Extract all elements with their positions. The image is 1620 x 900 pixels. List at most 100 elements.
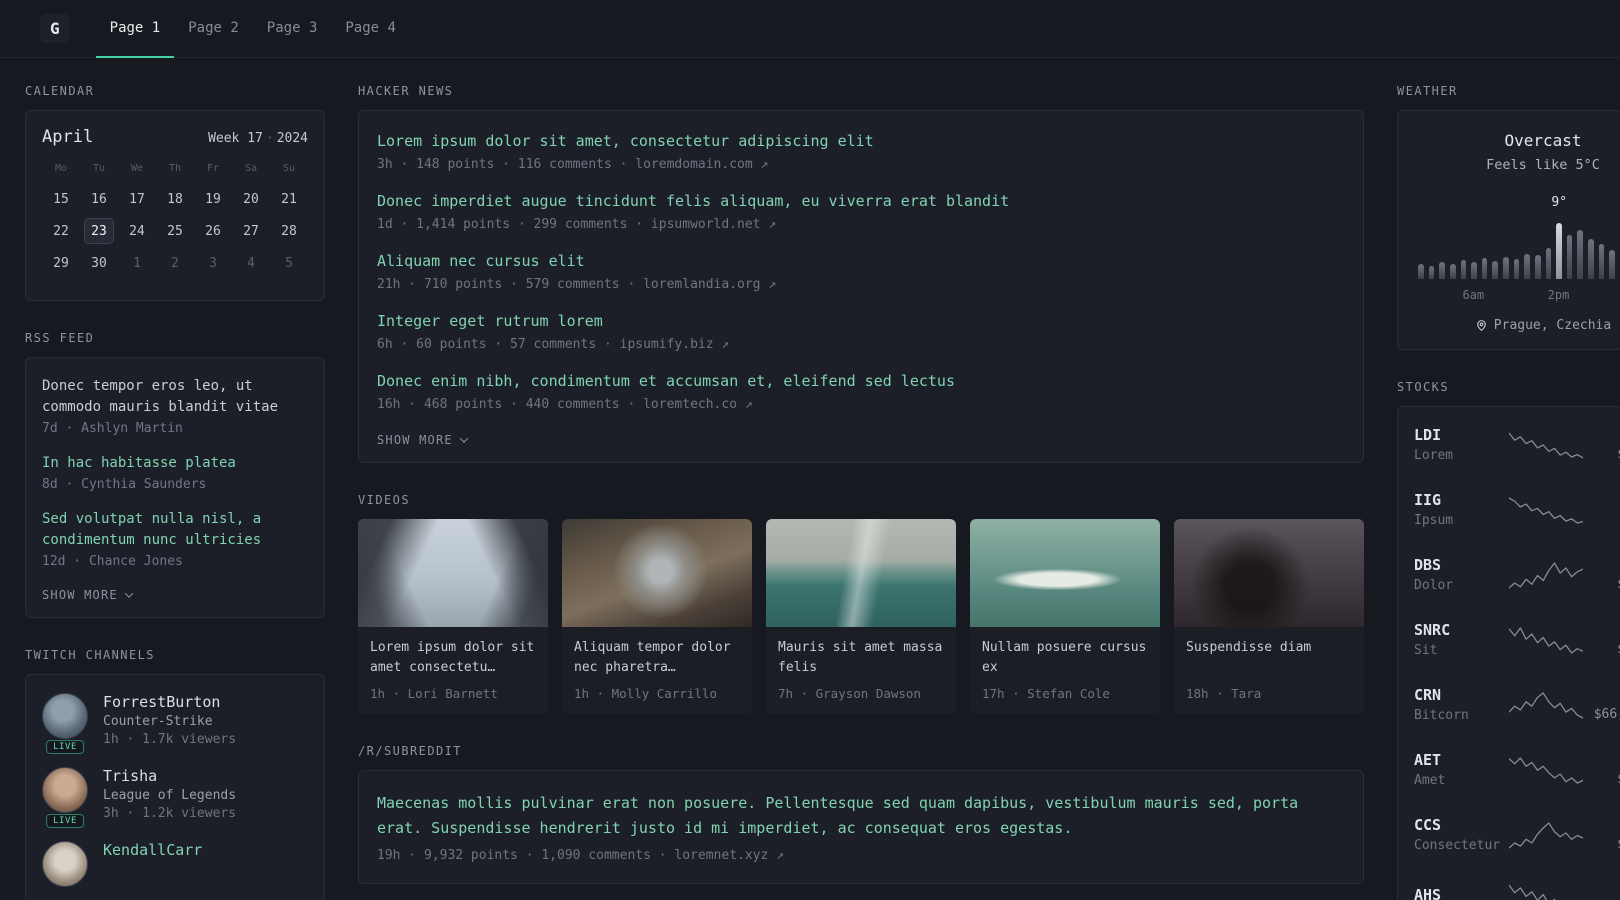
twitch-channel-row[interactable]: KendallCarr	[42, 841, 308, 887]
video-title-link[interactable]: Nullam posuere cursus ex	[970, 627, 1160, 679]
stock-price: $795.18	[1586, 447, 1620, 462]
video-title-link[interactable]: Aliquam tempor dolor nec pharetra…	[562, 627, 752, 679]
video-thumbnail[interactable]	[1174, 519, 1364, 627]
channel-info: Trisha League of Legends 3h · 1.2k viewe…	[103, 767, 236, 821]
stock-info: SNRC Sit	[1414, 621, 1506, 658]
weather-section-title: WEATHER	[1397, 84, 1458, 98]
stock-info: IIG Ipsum	[1414, 491, 1506, 528]
video-title-link[interactable]: Lorem ipsum dolor sit amet consectetu…	[358, 627, 548, 679]
stock-row[interactable]: SNRC Sit +1.36% $148.64	[1414, 607, 1620, 672]
video-title-link[interactable]: Mauris sit amet massa felis	[766, 627, 956, 679]
video-thumbnail[interactable]	[358, 519, 548, 627]
rss-item: Sed volutpat nulla nisl, a condimentum n…	[42, 509, 308, 569]
news-link[interactable]: Aliquam nec cursus elit	[377, 251, 1345, 272]
stock-row[interactable]: AHS +0.46%	[1414, 867, 1620, 900]
left-column: CALENDAR April Week 17 · 2024 Mo Tu We Th …	[25, 84, 325, 900]
reddit-post-link[interactable]: Maecenas mollis pulvinar erat non posuer…	[377, 791, 1345, 841]
video-meta: 7h · Grayson Dawson	[778, 686, 921, 701]
tab-page-1[interactable]: Page 1	[95, 0, 175, 58]
stocks-section: STOCKS LDI Lorem +4.35% $795.18 IIG	[1397, 380, 1620, 900]
news-link[interactable]: Donec enim nibh, condimentum et accumsan…	[377, 371, 1345, 392]
stock-row[interactable]: CCS Consectetur +0.51% $165.84	[1414, 802, 1620, 867]
video-title-link[interactable]: Suspendisse diam	[1174, 627, 1364, 679]
stock-sparkline	[1508, 881, 1583, 900]
stock-symbol: SNRC	[1414, 621, 1451, 639]
rss-item-link[interactable]: Sed volutpat nulla nisl, a condimentum n…	[42, 509, 308, 551]
weather-time-label: 6am	[1462, 288, 1485, 302]
calendar-day-next-month: 1	[133, 255, 141, 271]
tab-page-2[interactable]: Page 2	[174, 0, 253, 58]
news-link[interactable]: Lorem ipsum dolor sit amet, consectetur …	[377, 131, 1345, 152]
rss-item: In hac habitasse platea 8d · Cynthia Sau…	[42, 453, 308, 492]
weather-temp-label: 9°	[1551, 195, 1568, 210]
stock-price: $66,171.48	[1593, 707, 1620, 722]
stock-info: CCS Consectetur	[1414, 816, 1506, 853]
video-thumbnail[interactable]	[970, 519, 1160, 627]
twitch-channel-row[interactable]: LIVE ForrestBurton Counter-Strike 1h · 1…	[42, 693, 308, 754]
stock-change: +1.42%	[1586, 557, 1620, 573]
video-meta: 1h · Lori Barnett	[370, 686, 498, 701]
reddit-post-meta: 19h · 9,932 points · 1,090 comments · lo…	[377, 847, 784, 863]
calendar-widget: April Week 17 · 2024 Mo Tu We Th Fr Sa Su …	[25, 110, 325, 301]
stock-name: Ipsum	[1414, 513, 1454, 528]
stock-row[interactable]: AET Amet +0.92% $499.72	[1414, 737, 1620, 802]
stock-symbol: CCS	[1414, 816, 1442, 834]
stock-change: -1.00%	[1586, 687, 1620, 703]
rss-section-title: RSS FEED	[25, 331, 95, 345]
news-meta: 16h · 468 points · 440 comments · loremt…	[377, 397, 753, 412]
calendar-day: 26	[205, 223, 221, 239]
news-meta: 21h · 710 points · 579 comments · loreml…	[377, 277, 777, 292]
calendar-day-next-month: 4	[247, 255, 255, 271]
stock-sparkline	[1508, 819, 1584, 851]
stock-info: AET Amet	[1414, 751, 1506, 788]
stock-info: AHS	[1414, 886, 1506, 900]
twitch-channel-row[interactable]: LIVE Trisha League of Legends 3h · 1.2k …	[42, 767, 308, 828]
calendar-day: 17	[129, 191, 145, 207]
rss-item-link[interactable]: In hac habitasse platea	[42, 453, 308, 474]
stock-price: $165.84	[1586, 837, 1620, 852]
calendar-day-next-month: 5	[285, 255, 293, 271]
video-meta: 18h · Tara	[1186, 686, 1262, 701]
rss-item-link[interactable]: Donec tempor eros leo, ut commodo mauris…	[42, 376, 308, 418]
stock-sparkline	[1508, 624, 1584, 656]
stock-row[interactable]: IIG Ipsum +2.84% $42.04	[1414, 477, 1620, 542]
calendar-day: 28	[281, 223, 297, 239]
stock-symbol: AET	[1414, 751, 1442, 769]
stock-sparkline	[1508, 754, 1584, 786]
calendar-day: 22	[53, 223, 69, 239]
app-logo[interactable]: G	[40, 14, 70, 43]
video-thumbnail[interactable]	[562, 519, 752, 627]
stock-symbol: AHS	[1414, 886, 1442, 900]
videos-section: VIDEOS Lorem ipsum dolor sit amet consec…	[358, 493, 1364, 714]
channel-viewers: 1h · 1.7k viewers	[103, 732, 237, 747]
stocks-section-title: STOCKS	[1397, 380, 1449, 394]
avatar-wrap: LIVE	[42, 693, 88, 754]
stock-row[interactable]: CRN Bitcorn -1.00% $66,171.48	[1414, 672, 1620, 737]
stock-values: +2.84% $42.04	[1586, 492, 1620, 527]
tab-page-4[interactable]: Page 4	[331, 0, 410, 58]
channel-name: KendallCarr	[103, 841, 203, 859]
avatar	[42, 767, 88, 813]
calendar-day: 20	[243, 191, 259, 207]
tab-page-3[interactable]: Page 3	[253, 0, 332, 58]
right-column: WEATHER Overcast Feels like 5°C 9° 6am 2…	[1397, 84, 1620, 900]
rss-show-more-button[interactable]: SHOW MORE	[42, 588, 134, 602]
stock-row[interactable]: DBS Dolor +1.42% $156.28	[1414, 542, 1620, 607]
news-item: Aliquam nec cursus elit 21h · 710 points…	[377, 251, 1345, 292]
weekday-label: Fr	[206, 163, 220, 174]
weekday-label: Tu	[92, 163, 106, 174]
news-item: Donec enim nibh, condimentum et accumsan…	[377, 371, 1345, 412]
stock-values: +0.51% $165.84	[1586, 817, 1620, 852]
rss-item-meta: 12d · Chance Jones	[42, 554, 183, 569]
video-card: Nullam posuere cursus ex 17h · Stefan Co…	[970, 519, 1160, 714]
video-card: Mauris sit amet massa felis 7h · Grayson…	[766, 519, 956, 714]
video-thumbnail[interactable]	[766, 519, 956, 627]
stock-values: -1.00% $66,171.48	[1586, 687, 1620, 722]
news-show-more-button[interactable]: SHOW MORE	[377, 433, 469, 447]
stock-change: +0.51%	[1586, 817, 1620, 833]
news-link[interactable]: Donec imperdiet augue tincidunt felis al…	[377, 191, 1345, 212]
stock-sparkline	[1508, 494, 1584, 526]
stock-values: +0.92% $499.72	[1586, 752, 1620, 787]
news-link[interactable]: Integer eget rutrum lorem	[377, 311, 1345, 332]
stock-row[interactable]: LDI Lorem +4.35% $795.18	[1414, 412, 1620, 477]
